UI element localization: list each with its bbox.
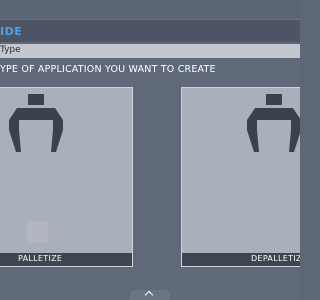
gripper-icon: [247, 94, 300, 152]
depalletize-label-bar: DEPALLETIZ: [182, 253, 300, 266]
app-screen: IDE Type YPE OF APPLICATION YOU WANT TO …: [0, 0, 300, 300]
breadcrumb: Type: [0, 44, 300, 58]
palletize-label: PALLETIZE: [18, 254, 63, 263]
depalletize-label: DEPALLETIZ: [251, 254, 300, 263]
wizard-header: IDE: [0, 19, 300, 42]
depalletize-card[interactable]: DEPALLETIZ: [181, 87, 300, 267]
gripper-icon: [9, 94, 63, 152]
instruction-text: YPE OF APPLICATION YOU WANT TO CREATE: [0, 64, 216, 75]
top-bar: [0, 0, 300, 19]
breadcrumb-label: Type: [0, 45, 21, 55]
palletize-card[interactable]: PALLETIZE: [0, 87, 133, 267]
wizard-title: IDE: [0, 25, 23, 38]
placeholder-square: [26, 221, 48, 243]
palletize-label-bar: PALLETIZE: [0, 253, 132, 266]
